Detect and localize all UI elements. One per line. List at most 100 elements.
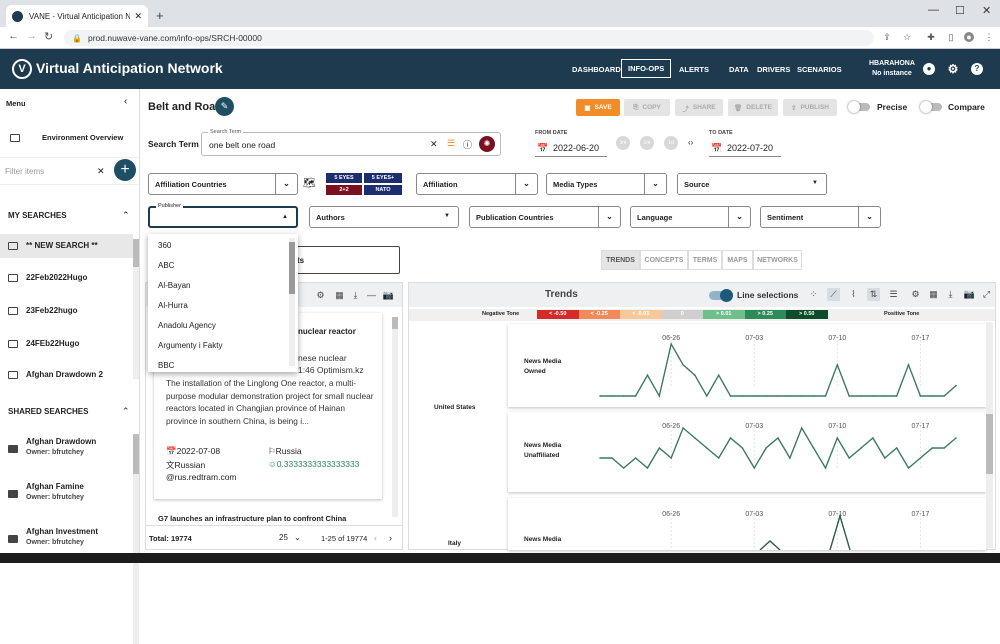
publisher-option[interactable]: Anadolu Agency xyxy=(158,321,216,330)
settings-gear-icon[interactable]: ⚙ xyxy=(314,289,327,302)
nav-info-ops[interactable]: INFO-OPS xyxy=(621,59,672,78)
profile-icon[interactable]: ● xyxy=(964,32,974,42)
prev-page-icon[interactable]: ‹ xyxy=(374,533,377,543)
sidebar-toggle-icon[interactable]: ▯ xyxy=(946,32,956,42)
filter-sliders-icon[interactable]: ☰ xyxy=(887,288,900,301)
search-item[interactable]: 22Feb2022Hugo xyxy=(0,273,140,282)
reload-icon[interactable]: ↻ xyxy=(44,30,53,43)
scrollbar-thumb[interactable] xyxy=(133,434,139,474)
trend-series-line[interactable] xyxy=(600,342,957,398)
line-chart-icon[interactable]: ⟋ xyxy=(827,288,840,301)
url-field[interactable]: 🔒 prod.nuwave-vane.com/info-ops/SRCH-000… xyxy=(64,30,874,46)
delete-button[interactable]: 🗑 DELETE xyxy=(728,99,778,116)
range-1d-button[interactable]: 1d xyxy=(664,136,678,150)
grid-icon[interactable]: ▦ xyxy=(927,288,940,301)
five-eyes-chip[interactable]: 5 EYES xyxy=(326,173,362,183)
new-tab-icon[interactable]: + xyxy=(156,8,164,23)
precise-toggle[interactable] xyxy=(848,101,870,113)
scrollbar-thumb[interactable] xyxy=(392,317,398,329)
affiliation-countries-select[interactable]: Affiliation Countries ⌄ xyxy=(148,173,298,195)
nav-dashboard[interactable]: DASHBOARD xyxy=(572,65,621,74)
tab-terms[interactable]: TERMS xyxy=(688,250,722,270)
back-icon[interactable]: ← xyxy=(8,30,19,42)
shared-search-item[interactable]: Afghan Investment Owner: bfrutchey xyxy=(8,527,98,546)
scrollbar-thumb[interactable] xyxy=(289,242,295,294)
bookmark-star-icon[interactable]: ☆ xyxy=(902,32,912,42)
area-chart-icon[interactable]: ⌇ xyxy=(847,288,860,301)
nav-drivers[interactable]: DRIVERS xyxy=(757,65,790,74)
search-term-field[interactable]: Search Term one belt one road ✕ ☰ ⓘ ✺ xyxy=(201,129,501,156)
language-select[interactable]: Language ⌄ xyxy=(630,206,751,228)
environment-overview-item[interactable]: Environment Overview xyxy=(0,133,140,142)
nav-scenarios[interactable]: SCENARIOS xyxy=(797,65,842,74)
search-item[interactable]: Afghan Drawdown 2 xyxy=(0,370,140,379)
minimize-panel-icon[interactable]: — xyxy=(365,289,378,302)
shared-searches-scrollbar[interactable] xyxy=(133,434,139,644)
browser-menu-icon[interactable]: ⋮ xyxy=(984,32,994,42)
search-item[interactable]: 23Feb22hugo xyxy=(0,306,140,315)
settings-gear-icon[interactable]: ⚙ xyxy=(947,63,959,75)
tab-concepts[interactable]: CONCEPTS xyxy=(640,250,688,270)
copy-button[interactable]: ⎘ COPY xyxy=(624,99,670,116)
settings-gear-icon[interactable]: ⚙ xyxy=(909,288,922,301)
scatter-icon[interactable]: ⁘ xyxy=(807,288,820,301)
next-page-icon[interactable]: › xyxy=(389,533,392,543)
clear-filter-icon[interactable]: ✕ xyxy=(97,166,105,177)
download-icon[interactable]: ⤓ xyxy=(349,289,362,302)
two-plus-two-chip[interactable]: 2+2 xyxy=(326,185,362,195)
tab-trends[interactable]: TRENDS xyxy=(601,250,640,270)
term-settings-icon[interactable]: ☰ xyxy=(447,138,455,149)
publication-countries-select[interactable]: Publication Countries ⌄ xyxy=(469,206,621,228)
code-brackets-icon[interactable]: ‹› xyxy=(688,138,693,147)
sentiment-select[interactable]: Sentiment ⌄ xyxy=(760,206,881,228)
trends-scrollbar[interactable] xyxy=(986,322,993,548)
authors-select[interactable]: Authors ▼ xyxy=(309,206,459,228)
my-searches-header[interactable]: MY SEARCHES ⌃ xyxy=(0,210,140,220)
search-item[interactable]: 24FEb22Hugo xyxy=(0,339,140,348)
clear-term-icon[interactable]: ✕ xyxy=(430,139,438,150)
calendar-icon[interactable]: 📅 xyxy=(711,143,722,154)
media-types-select[interactable]: Media Types ⌄ xyxy=(546,173,667,195)
account-icon[interactable]: ● xyxy=(923,63,935,75)
my-searches-scrollbar[interactable] xyxy=(133,239,139,379)
extensions-icon[interactable]: ✚ xyxy=(926,32,936,42)
filter-items-input[interactable]: Filter items xyxy=(5,167,44,176)
line-selections-toggle[interactable] xyxy=(709,289,733,302)
add-search-button[interactable]: + xyxy=(114,159,136,181)
map-icon[interactable]: 🗺 xyxy=(303,178,316,189)
tab-maps[interactable]: MAPS xyxy=(722,250,753,270)
sort-icon[interactable]: ⇅ xyxy=(867,288,880,301)
per-page-select[interactable]: 25 xyxy=(279,533,288,542)
fullscreen-icon[interactable]: ⤢ xyxy=(980,288,993,301)
calendar-icon[interactable]: 📅 xyxy=(537,143,548,154)
trend-series-line[interactable] xyxy=(759,513,851,550)
nav-alerts[interactable]: ALERTS xyxy=(679,65,709,74)
share-button[interactable]: ⤴ SHARE xyxy=(675,99,723,116)
search-item[interactable]: ** NEW SEARCH ** xyxy=(0,241,140,250)
publisher-option[interactable]: BBC xyxy=(158,361,174,370)
publish-button[interactable]: ⇪ PUBLISH xyxy=(783,99,837,116)
results-scrollbar[interactable] xyxy=(392,317,398,517)
publisher-scrollbar[interactable] xyxy=(289,238,295,366)
to-date-field[interactable]: 📅 2022-07-20 xyxy=(709,139,781,157)
scrollbar-thumb[interactable] xyxy=(133,239,139,267)
from-date-field[interactable]: 📅 2022-06-20 xyxy=(535,139,607,157)
grid-icon[interactable]: ▦ xyxy=(333,289,346,302)
publisher-option[interactable]: Al-Hurra xyxy=(158,301,188,310)
save-button[interactable]: ▣ SAVE xyxy=(576,99,620,116)
download-icon[interactable]: ⤓ xyxy=(944,288,957,301)
publisher-option[interactable]: Argumenty i Fakty xyxy=(158,341,222,350)
range-3m-button[interactable]: 3m xyxy=(616,136,630,150)
trend-series-line[interactable] xyxy=(600,426,957,470)
compare-toggle[interactable] xyxy=(920,101,942,113)
maximize-icon[interactable]: ☐ xyxy=(955,4,965,17)
close-tab-icon[interactable]: ✕ xyxy=(134,11,142,22)
publisher-option[interactable]: ABC xyxy=(158,261,174,270)
card2-title[interactable]: G7 launches an infrastructure plan to co… xyxy=(158,514,346,523)
scrollbar-thumb[interactable] xyxy=(986,414,993,474)
nato-chip[interactable]: NATO xyxy=(364,185,402,195)
per-page-chevron-icon[interactable]: ⌄ xyxy=(294,533,301,542)
shared-searches-header[interactable]: SHARED SEARCHES ⌃ xyxy=(0,406,140,416)
collapse-menu-icon[interactable]: ‹ xyxy=(124,96,127,107)
publisher-option[interactable]: 360 xyxy=(158,241,171,250)
